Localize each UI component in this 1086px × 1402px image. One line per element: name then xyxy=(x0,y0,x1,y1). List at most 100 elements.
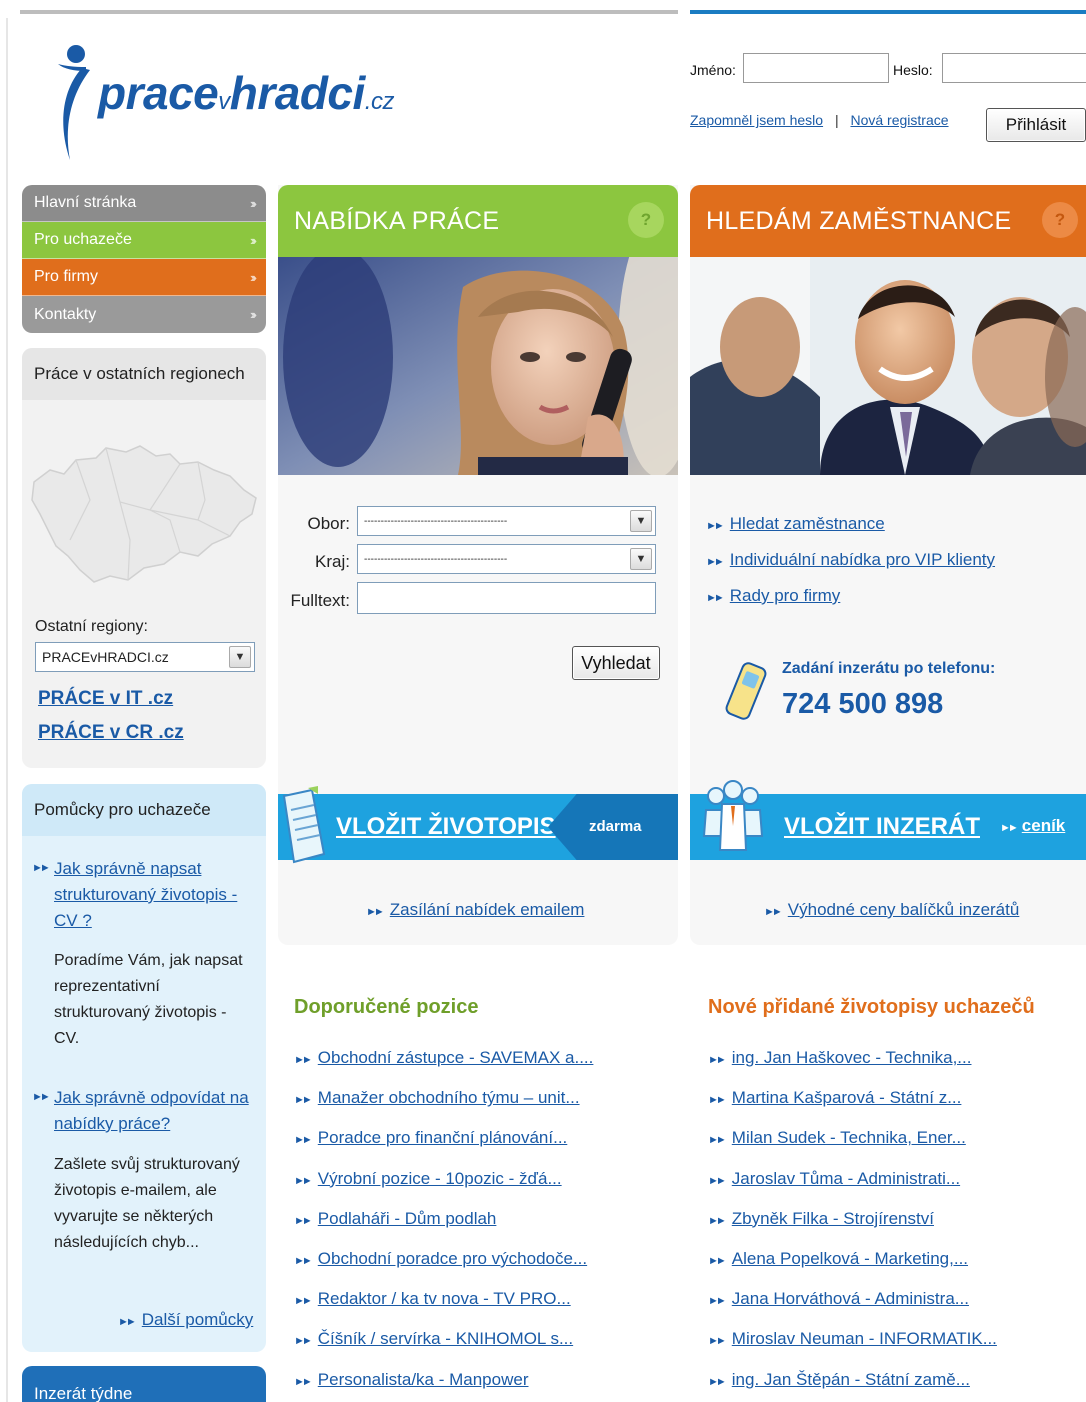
logo-figure-icon xyxy=(58,45,90,160)
double-arrow-icon: ►► xyxy=(294,1375,313,1388)
dropdown-arrow-icon: ▼ xyxy=(630,510,652,532)
pricelist: ►► ceník xyxy=(1000,816,1065,836)
packages-link[interactable]: Výhodné ceny balíčků inzerátů xyxy=(788,900,1020,919)
recommended-position-link[interactable]: Redaktor / ka tv nova - TV PRO... xyxy=(318,1289,571,1308)
recommended-position-link[interactable]: Číšník / servírka - KNIHOMOL s... xyxy=(318,1329,573,1348)
double-arrow-icon: ►► xyxy=(706,556,725,568)
employer-link-row-1: ►► Hledat zaměstnance xyxy=(706,506,885,544)
recommended-position-link[interactable]: Výrobní pozice - 10pozic - žďá... xyxy=(318,1169,562,1188)
top-rule-right xyxy=(690,10,1086,14)
double-arrow-icon: ►► xyxy=(706,520,725,532)
password-input[interactable] xyxy=(942,53,1086,83)
new-cv-link[interactable]: Martina Kašparová - Státní z... xyxy=(732,1088,962,1107)
nav-item-label: Pro uchazeče xyxy=(34,231,132,248)
phone-label: Zadání inzerátu po telefonu: xyxy=(782,660,996,677)
recommended-position-link[interactable]: Manažer obchodního týmu – unit... xyxy=(318,1088,580,1107)
field-select[interactable]: ----------------------------------------… xyxy=(357,506,656,536)
aid-link-cv[interactable]: Jak správně napsat strukturovaný životop… xyxy=(54,856,254,934)
double-arrow-icon: ►► xyxy=(294,1214,313,1227)
email-offers-link[interactable]: Zasílání nabídek emailem xyxy=(390,900,585,919)
double-arrow-icon: ►► xyxy=(708,1134,727,1147)
double-arrow-icon: ►► xyxy=(708,1174,727,1187)
region-label: Kraj: xyxy=(315,552,350,571)
new-cv-link[interactable]: Jaroslav Tůma - Administrati... xyxy=(732,1169,960,1188)
site-logo[interactable]: pracevhradci.cz xyxy=(56,40,506,160)
recommended-position-link[interactable]: Obchodní poradce pro východoče... xyxy=(318,1249,587,1268)
list-item: ►► Milan Sudek - Technika, Ener... xyxy=(708,1128,966,1148)
new-cv-link[interactable]: Miroslav Neuman - INFORMATIK... xyxy=(732,1329,997,1348)
chevron-right-icon: ››› xyxy=(250,269,257,285)
nav-item-home[interactable]: Hlavní stránka ››› xyxy=(22,185,266,222)
recommended-position-link[interactable]: Personalista/ka - Manpower xyxy=(318,1370,529,1389)
logo-part-tld: .cz xyxy=(364,88,395,115)
double-arrow-icon: ►► xyxy=(708,1094,727,1107)
fulltext-label: Fulltext: xyxy=(290,591,350,610)
people-group-icon xyxy=(702,780,764,851)
double-arrow-icon: ►► xyxy=(706,592,725,604)
chevron-right-icon: ››› xyxy=(250,195,257,211)
logo-part-hradci: hradci xyxy=(229,67,366,119)
aid-text-cv: Poradíme Vám, jak napsat reprezentativní… xyxy=(54,952,243,1047)
password-label: Heslo: xyxy=(893,62,933,78)
region-select-main[interactable]: ----------------------------------------… xyxy=(357,544,656,574)
name-input[interactable] xyxy=(743,53,889,83)
double-arrow-icon: ►► xyxy=(708,1054,727,1066)
login-button[interactable]: Přihlásit xyxy=(986,108,1086,142)
vip-offer-link[interactable]: Individuální nabídka pro VIP klienty xyxy=(730,550,995,569)
double-arrow-icon: ►► xyxy=(32,862,51,874)
new-cv-link[interactable]: ing. Jan Štěpán - Státní zamě... xyxy=(732,1370,970,1389)
double-arrow-icon: ►► xyxy=(708,1255,727,1267)
find-employees-link[interactable]: Hledat zaměstnance xyxy=(730,514,885,533)
new-cv-link[interactable]: Zbyněk Filka - Strojírenství xyxy=(732,1209,934,1228)
new-cv-link[interactable]: Alena Popelková - Marketing,... xyxy=(732,1249,968,1268)
list-item: ►► Obchodní poradce pro východoče... xyxy=(294,1249,587,1269)
czech-map-image[interactable] xyxy=(30,440,260,590)
new-cv-link[interactable]: ing. Jan Haškovec - Technika,... xyxy=(732,1048,972,1067)
search-button[interactable]: Vyhledat xyxy=(572,646,660,680)
list-item: ►► Výrobní pozice - 10pozic - žďá... xyxy=(294,1169,562,1189)
aid-link-answers[interactable]: Jak správně odpovídat na nabídky práce? xyxy=(54,1085,254,1137)
businessmen-photo xyxy=(690,257,1086,475)
register-link[interactable]: Nová registrace xyxy=(850,112,948,128)
link-prace-v-cr[interactable]: PRÁCE v CR .cz xyxy=(38,722,184,744)
nav-item-contacts[interactable]: Kontakty ››› xyxy=(22,296,266,333)
recommended-position-link[interactable]: Obchodní zástupce - SAVEMAX a.... xyxy=(318,1048,594,1067)
link-prace-v-it[interactable]: PRÁCE v IT .cz xyxy=(38,688,173,710)
region-select-main-value: ----------------------------------------… xyxy=(364,553,508,565)
field-label: Obor: xyxy=(307,514,350,533)
cv-document-icon xyxy=(282,786,326,864)
fulltext-input[interactable] xyxy=(357,582,656,614)
help-icon[interactable]: ? xyxy=(1042,202,1078,238)
cv-free-label: zdarma xyxy=(589,818,642,835)
submit-ad-link[interactable]: VLOŽIT INZERÁT xyxy=(784,813,980,841)
double-arrow-icon: ►► xyxy=(708,1214,727,1227)
nav-item-candidates[interactable]: Pro uchazeče ››› xyxy=(22,222,266,259)
nav-item-companies[interactable]: Pro firmy ››› xyxy=(22,259,266,296)
region-select[interactable]: PRACEvHRADCI.cz ▼ xyxy=(35,642,255,672)
help-icon[interactable]: ? xyxy=(628,202,664,238)
list-item: ►► Číšník / servírka - KNIHOMOL s... xyxy=(294,1329,573,1349)
advice-for-firms-link[interactable]: Rady pro firmy xyxy=(730,586,841,605)
forgot-password-link[interactable]: Zapomněl jsem heslo xyxy=(690,112,823,128)
submit-cv-link[interactable]: VLOŽIT ŽIVOTOPIS xyxy=(336,813,556,841)
recommended-position-link[interactable]: Poradce pro finanční plánování... xyxy=(318,1128,568,1147)
aid-text-answers: Zašlete svůj strukturovaný životopis e-m… xyxy=(54,1156,240,1251)
double-arrow-icon: ►► xyxy=(32,1091,51,1103)
recommended-position-link[interactable]: Podlaháři - Dům podlah xyxy=(318,1209,497,1228)
new-cv-link[interactable]: Jana Horváthová - Administra... xyxy=(732,1289,969,1308)
more-aids-link[interactable]: Další pomůcky xyxy=(142,1310,253,1329)
new-cv-link[interactable]: Milan Sudek - Technika, Ener... xyxy=(732,1128,966,1147)
list-item: ►► Zbyněk Filka - Strojírenství xyxy=(708,1209,934,1229)
double-arrow-icon: ►► xyxy=(366,906,385,918)
double-arrow-icon: ►► xyxy=(1000,822,1019,834)
phone-number: 724 500 898 xyxy=(782,688,944,720)
list-item: ►► Personalista/ka - Manpower xyxy=(294,1370,529,1390)
logo-part-prace: prace xyxy=(98,67,219,119)
field-select-value: ----------------------------------------… xyxy=(364,515,508,527)
employer-link-row-3: ►► Rady pro firmy xyxy=(706,578,840,616)
list-item: ►► Podlaháři - Dům podlah xyxy=(294,1209,496,1229)
cv-banner[interactable]: VLOŽIT ŽIVOTOPIS zdarma xyxy=(278,794,678,860)
pricelist-link[interactable]: ceník xyxy=(1022,816,1065,835)
list-item: ►► Alena Popelková - Marketing,... xyxy=(708,1249,968,1269)
dropdown-arrow-icon: ▼ xyxy=(229,646,251,668)
